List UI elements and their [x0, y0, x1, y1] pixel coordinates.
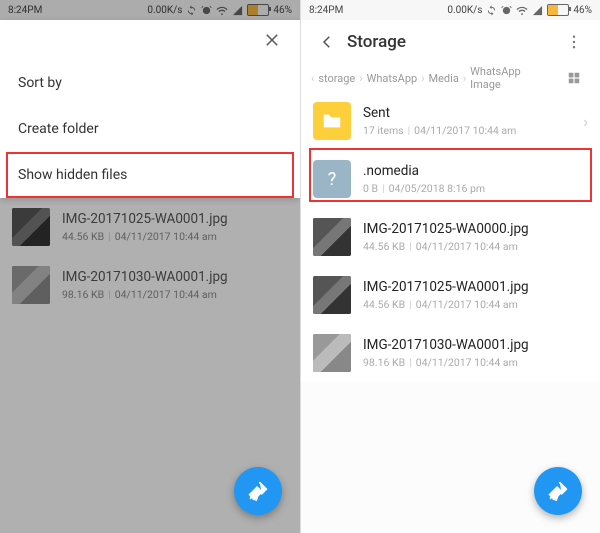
fab-clean-button[interactable]	[234, 467, 282, 515]
file-meta: 44.56 KB|04/11/2017 10:44 am	[363, 298, 588, 311]
more-vert-icon	[565, 33, 583, 51]
signal-icon	[532, 5, 543, 16]
broom-icon	[247, 480, 269, 502]
folder-row[interactable]: Sent 17 items|04/11/2017 10:44 am ›	[301, 92, 600, 150]
file-list: Sent 17 items|04/11/2017 10:44 am › ? .n…	[301, 92, 600, 382]
chevron-right-icon: ›	[583, 112, 588, 131]
file-meta: 98.16 KB|04/11/2017 10:44 am	[363, 356, 588, 369]
unknown-file-icon: ?	[313, 160, 351, 198]
alarm-icon	[501, 5, 512, 16]
menu-create-folder[interactable]: Create folder	[0, 106, 300, 152]
view-mode-button[interactable]	[558, 62, 590, 94]
image-thumbnail	[313, 218, 351, 256]
file-name: IMG-20171025-WA0001.jpg	[363, 279, 588, 297]
breadcrumb[interactable]: ‹ storage › WhatsApp › Media › WhatsApp …	[301, 64, 600, 92]
right-pane: 8:24PM 0.00K/s 46% Storage ‹	[300, 0, 600, 533]
folder-icon	[313, 102, 351, 140]
page-title: Storage	[347, 32, 406, 52]
file-name: .nomedia	[363, 163, 588, 181]
image-thumbnail	[313, 276, 351, 314]
broom-icon	[547, 480, 569, 502]
menu-show-hidden-files[interactable]: Show hidden files	[0, 152, 300, 198]
menu-sort-by[interactable]: Sort by	[0, 60, 300, 106]
sync-icon	[486, 5, 497, 16]
app-header: Storage	[301, 20, 600, 64]
breadcrumb-item[interactable]: WhatsApp	[367, 72, 418, 85]
status-battery-pct: 46%	[573, 5, 592, 16]
file-row[interactable]: IMG-20171025-WA0000.jpg 44.56 KB|04/11/2…	[301, 208, 600, 266]
file-row[interactable]: ? .nomedia 0 B|04/05/2018 8:16 pm	[301, 150, 600, 208]
status-bar: 8:24PM 0.00K/s 46%	[301, 0, 600, 20]
breadcrumb-item[interactable]: storage	[318, 72, 355, 85]
file-name: Sent	[363, 105, 583, 123]
grid-icon	[567, 71, 581, 85]
chevron-left-icon	[318, 33, 336, 51]
left-pane: 8:24PM 0.00K/s 46% IMG-20171025-WA0001.j…	[0, 0, 300, 533]
fab-clean-button[interactable]	[534, 467, 582, 515]
file-meta: 44.56 KB|04/11/2017 10:44 am	[363, 240, 588, 253]
status-time: 8:24PM	[309, 5, 343, 16]
overflow-button[interactable]	[558, 26, 590, 58]
close-icon	[263, 31, 281, 49]
file-row[interactable]: IMG-20171025-WA0001.jpg 44.56 KB|04/11/2…	[301, 266, 600, 324]
file-name: IMG-20171025-WA0000.jpg	[363, 221, 588, 239]
file-meta: 17 items|04/11/2017 10:44 am	[363, 124, 583, 137]
breadcrumb-item[interactable]: Media	[429, 72, 459, 85]
options-menu: Sort by Create folder Show hidden files	[0, 20, 300, 198]
file-name: IMG-20171030-WA0001.jpg	[363, 337, 588, 355]
wifi-icon	[516, 5, 528, 16]
chevron-left-icon: ‹	[311, 72, 314, 85]
file-row[interactable]: IMG-20171030-WA0001.jpg 98.16 KB|04/11/2…	[301, 324, 600, 382]
status-net-speed: 0.00K/s	[447, 5, 482, 16]
breadcrumb-item[interactable]: WhatsApp Image	[470, 65, 554, 91]
close-button[interactable]	[256, 24, 288, 56]
file-meta: 0 B|04/05/2018 8:16 pm	[363, 182, 588, 195]
battery-icon	[547, 4, 569, 16]
image-thumbnail	[313, 334, 351, 372]
back-button[interactable]	[311, 26, 343, 58]
